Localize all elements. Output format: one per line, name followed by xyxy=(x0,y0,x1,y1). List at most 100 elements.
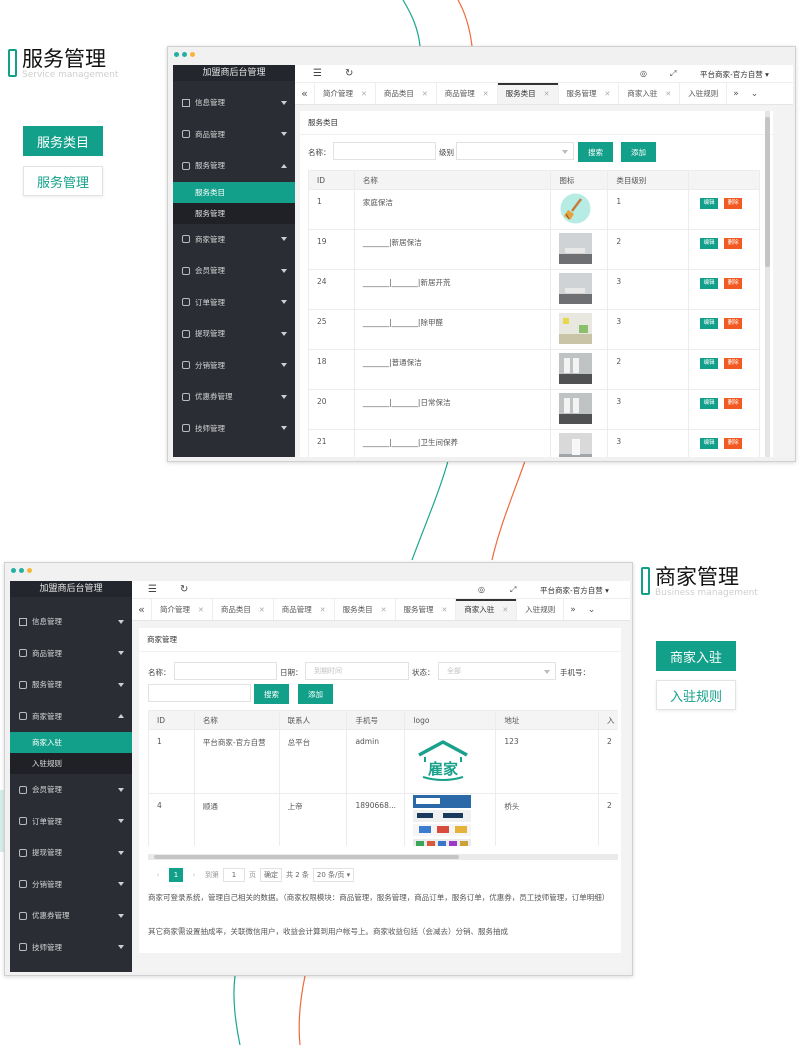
close-icon[interactable]: ✕ xyxy=(544,90,550,98)
edit-button[interactable]: 编辑 xyxy=(700,198,719,209)
tag-join-rules[interactable]: 入驻规则 xyxy=(656,680,736,710)
search-button[interactable]: 搜索 xyxy=(254,684,289,704)
tab-goods-manage[interactable]: 商品管理 ✕ xyxy=(274,599,335,620)
refresh-icon[interactable]: ↻ xyxy=(345,68,353,79)
tab-goods-category[interactable]: 商品类目 ✕ xyxy=(213,599,274,620)
sidebar-item-technician[interactable]: 技师管理 xyxy=(10,932,132,964)
tab-intro[interactable]: 简介管理 ✕ xyxy=(152,599,213,620)
menu-toggle-icon[interactable]: ☰ xyxy=(313,68,322,79)
phone-input[interactable] xyxy=(148,684,251,702)
sidebar-item-service[interactable]: 服务管理 xyxy=(173,150,295,182)
sidebar-item-order[interactable]: 订单管理 xyxy=(173,287,295,319)
horizontal-scrollbar[interactable] xyxy=(148,854,618,860)
per-page-select[interactable]: 20 条/页 ▾ xyxy=(312,868,355,882)
sidebar-sub-join-rules[interactable]: 入驻规则 xyxy=(10,753,132,774)
add-button[interactable]: 添加 xyxy=(298,684,333,704)
close-icon[interactable]: ✕ xyxy=(259,606,265,614)
close-icon[interactable]: ✕ xyxy=(605,90,611,98)
tag-merchant-join[interactable]: 商家入驻 xyxy=(656,641,736,671)
tab-goods-category[interactable]: 商品类目 ✕ xyxy=(376,83,437,104)
confirm-button[interactable]: 确定 xyxy=(260,868,282,882)
tag-service-category[interactable]: 服务类目 xyxy=(23,126,103,156)
edit-button[interactable]: 编辑 xyxy=(700,358,719,369)
tab-menu-icon[interactable]: ⌄ xyxy=(582,599,602,620)
delete-button[interactable]: 删除 xyxy=(724,398,743,409)
status-select[interactable]: 全部 xyxy=(438,662,556,680)
tab-service-category[interactable]: 服务类目 ✕ xyxy=(497,83,559,104)
vertical-scrollbar[interactable] xyxy=(765,111,770,457)
sidebar-item-info[interactable]: 信息管理 xyxy=(173,87,295,119)
edit-button[interactable]: 编辑 xyxy=(700,238,719,249)
sidebar-item-coupon[interactable]: 优惠券管理 xyxy=(173,381,295,413)
name-input[interactable] xyxy=(174,662,277,680)
user-menu[interactable]: 平台商家-官方自营 ▾ xyxy=(540,585,609,596)
sidebar-sub-service-category[interactable]: 服务类目 xyxy=(173,181,295,203)
delete-button[interactable]: 删除 xyxy=(724,238,743,249)
close-icon[interactable]: ✕ xyxy=(320,606,326,614)
close-icon[interactable]: ✕ xyxy=(422,90,428,98)
tab-prev-icon[interactable]: « xyxy=(295,83,315,104)
delete-button[interactable]: 删除 xyxy=(724,198,743,209)
tab-intro[interactable]: 简介管理 ✕ xyxy=(315,83,376,104)
close-icon[interactable]: ✕ xyxy=(198,606,204,614)
edit-button[interactable]: 编辑 xyxy=(700,318,719,329)
close-icon[interactable]: ✕ xyxy=(361,90,367,98)
tab-merchant-join[interactable]: 商家入驻 ✕ xyxy=(619,83,681,104)
sidebar-item-coupon[interactable]: 优惠券管理 xyxy=(10,900,132,932)
tab-prev-icon[interactable]: « xyxy=(132,599,152,620)
theme-icon[interactable]: ◎ xyxy=(640,69,647,78)
close-icon[interactable]: ✕ xyxy=(502,606,508,614)
edit-button[interactable]: 编辑 xyxy=(700,438,719,449)
sidebar-item-goods[interactable]: 商品管理 xyxy=(173,119,295,151)
delete-button[interactable]: 删除 xyxy=(724,438,743,449)
close-icon[interactable]: ✕ xyxy=(442,606,448,614)
sidebar-item-distribution[interactable]: 分销管理 xyxy=(173,350,295,382)
edit-button[interactable]: 编辑 xyxy=(700,278,719,289)
refresh-icon[interactable]: ↻ xyxy=(180,584,188,595)
theme-icon[interactable]: ◎ xyxy=(478,585,485,594)
menu-toggle-icon[interactable]: ☰ xyxy=(148,584,157,595)
tab-next-icon[interactable]: » xyxy=(727,83,745,104)
fullscreen-icon[interactable]: ⤢ xyxy=(670,69,676,79)
close-icon[interactable]: ✕ xyxy=(665,90,671,98)
tab-service-manage[interactable]: 服务管理 ✕ xyxy=(559,83,620,104)
search-button[interactable]: 搜索 xyxy=(578,142,613,162)
user-menu[interactable]: 平台商家-官方自营 ▾ xyxy=(700,69,769,80)
next-page-icon[interactable]: › xyxy=(187,868,201,882)
tag-service-manage[interactable]: 服务管理 xyxy=(23,166,103,196)
sidebar-item-member[interactable]: 会员管理 xyxy=(10,774,132,806)
sidebar-item-info[interactable]: 信息管理 xyxy=(10,606,132,638)
delete-button[interactable]: 删除 xyxy=(724,278,743,289)
sidebar-item-technician[interactable]: 技师管理 xyxy=(173,413,295,445)
sidebar-item-order[interactable]: 订单管理 xyxy=(10,806,132,838)
sidebar-sub-merchant-join[interactable]: 商家入驻 xyxy=(10,732,132,753)
sidebar-item-withdraw[interactable]: 提现管理 xyxy=(173,318,295,350)
sidebar-item-service[interactable]: 服务管理 xyxy=(10,669,132,701)
prev-page-icon[interactable]: ‹ xyxy=(151,868,165,882)
date-input[interactable]: 到期时间 xyxy=(305,662,409,680)
page-input[interactable]: 1 xyxy=(223,868,245,882)
edit-button[interactable]: 编辑 xyxy=(700,398,719,409)
page-current[interactable]: 1 xyxy=(169,868,183,882)
sidebar-item-merchant[interactable]: 商家管理 xyxy=(10,701,132,733)
name-input[interactable] xyxy=(333,142,436,160)
sidebar-item-merchant[interactable]: 商家管理 xyxy=(173,224,295,256)
tab-merchant-join[interactable]: 商家入驻 ✕ xyxy=(456,599,518,620)
level-select[interactable] xyxy=(456,142,574,160)
close-icon[interactable]: ✕ xyxy=(381,606,387,614)
sidebar-item-member[interactable]: 会员管理 xyxy=(173,255,295,287)
delete-button[interactable]: 删除 xyxy=(724,318,743,329)
tab-menu-icon[interactable]: ⌄ xyxy=(745,83,765,104)
sidebar-item-goods[interactable]: 商品管理 xyxy=(10,638,132,670)
tab-goods-manage[interactable]: 商品管理 ✕ xyxy=(437,83,498,104)
sidebar-item-distribution[interactable]: 分销管理 xyxy=(10,869,132,901)
tab-service-manage[interactable]: 服务管理 ✕ xyxy=(396,599,457,620)
tab-next-icon[interactable]: » xyxy=(564,599,582,620)
fullscreen-icon[interactable]: ⤢ xyxy=(510,585,516,595)
tab-service-category[interactable]: 服务类目 ✕ xyxy=(335,599,396,620)
close-icon[interactable]: ✕ xyxy=(483,90,489,98)
add-button[interactable]: 添加 xyxy=(621,142,656,162)
tab-join-rules[interactable]: 入驻规则 xyxy=(680,83,728,104)
tab-join-rules[interactable]: 入驻规则 xyxy=(517,599,565,620)
sidebar-sub-service-manage[interactable]: 服务管理 xyxy=(173,202,295,224)
